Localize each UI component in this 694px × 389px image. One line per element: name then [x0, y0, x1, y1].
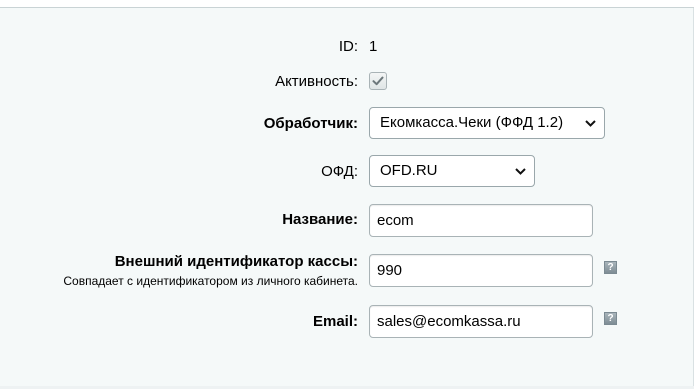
name-label: Название: [282, 211, 358, 228]
help-icon[interactable]: ? [604, 261, 617, 274]
top-border [0, 0, 694, 8]
name-input[interactable]: ecom [369, 204, 593, 237]
chevron-down-icon [585, 108, 596, 138]
help-icon[interactable]: ? [604, 312, 617, 325]
ofd-label: ОФД: [321, 163, 358, 180]
external-id-hint: Совпадает с идентификатором из личного к… [63, 274, 358, 288]
checkmark-icon [372, 76, 384, 86]
chevron-down-icon [515, 156, 526, 186]
id-value: 1 [369, 38, 378, 55]
handler-select[interactable]: Екомкасса.Чеки (ФФД 1.2) [369, 107, 605, 139]
ofd-select[interactable]: OFD.RU [369, 155, 535, 187]
active-checkbox[interactable] [369, 72, 387, 90]
email-input[interactable]: sales@ecomkassa.ru [369, 305, 593, 338]
ofd-select-value: OFD.RU [380, 162, 438, 179]
id-label: ID: [338, 38, 358, 55]
external-id-label: Внешний идентификатор кассы: [114, 253, 358, 270]
handler-select-value: Екомкасса.Чеки (ФФД 1.2) [380, 114, 564, 131]
external-id-input[interactable]: 990 [369, 254, 593, 287]
active-label: Активность: [275, 73, 358, 90]
email-label: Email: [312, 313, 358, 330]
handler-label: Обработчик: [263, 115, 358, 132]
